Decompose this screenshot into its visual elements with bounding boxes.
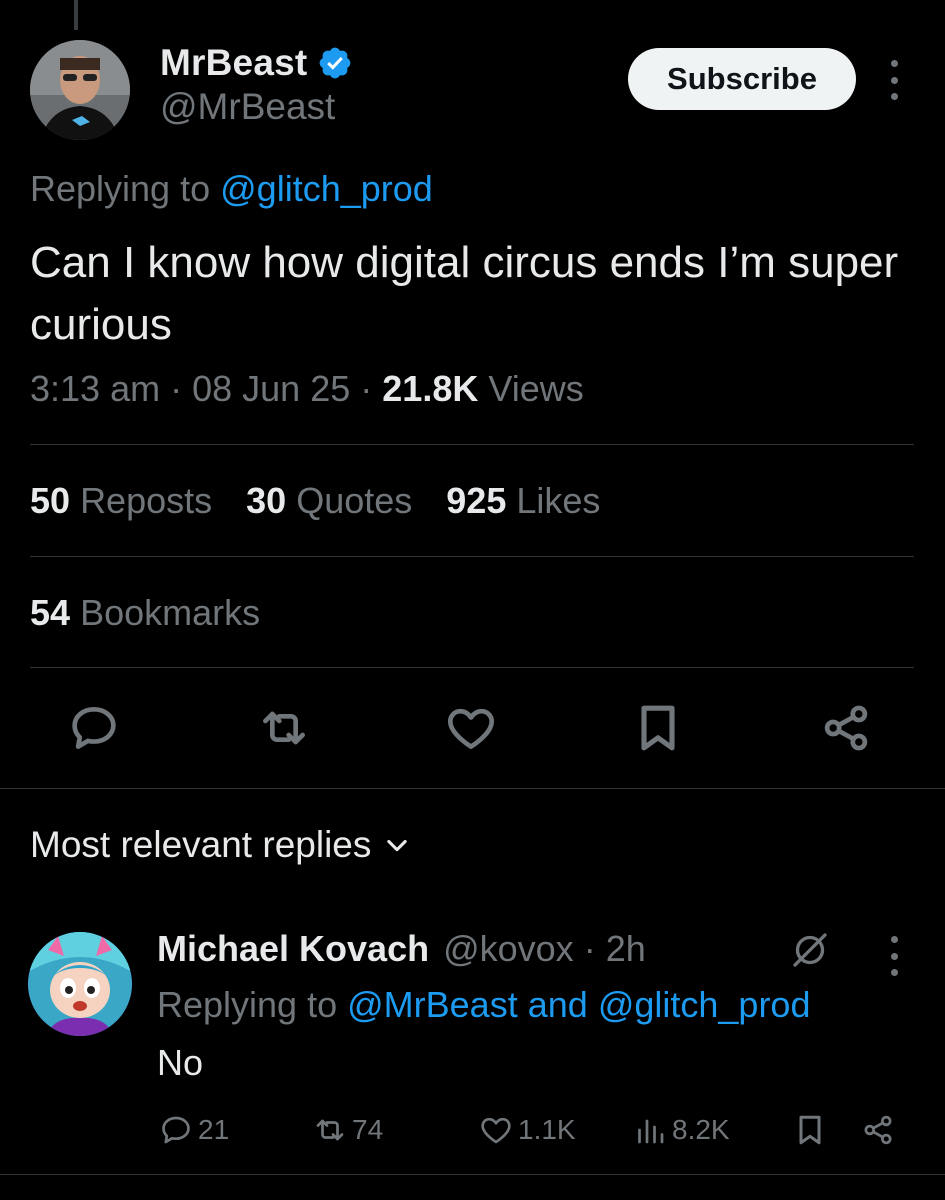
- repost-icon[interactable]: [256, 700, 312, 756]
- reply-more-options-icon[interactable]: [882, 936, 906, 976]
- reply-text: No: [157, 1042, 204, 1083]
- reply-count: 21: [198, 1114, 230, 1145]
- divider: [30, 444, 914, 445]
- more-options-icon[interactable]: [882, 60, 906, 100]
- author-avatar[interactable]: [30, 40, 130, 140]
- reply-header: Michael Kovach @kovox · 2h: [157, 928, 646, 970]
- reply-icon[interactable]: [66, 700, 122, 756]
- repost-icon: [316, 1119, 344, 1141]
- reply-author-name[interactable]: Michael Kovach: [157, 928, 429, 970]
- views-count: 8.2K: [672, 1114, 730, 1145]
- tweet-time[interactable]: 3:13 am: [30, 368, 160, 409]
- reply-sort-label: Most relevant replies: [30, 824, 372, 865]
- bookmark-icon: [799, 1115, 821, 1145]
- tweet-text: Can I know how digital circus ends I’m s…: [30, 238, 899, 349]
- tweet-date[interactable]: 08 Jun 25: [192, 368, 350, 409]
- reply-icon: [162, 1116, 190, 1144]
- author-name-row: MrBeast: [160, 42, 353, 84]
- reply-sort-dropdown[interactable]: Most relevant replies: [30, 824, 411, 866]
- meta-separator: ·: [170, 368, 183, 409]
- reply-replying-handle-link-2[interactable]: @glitch_prod: [598, 984, 811, 1025]
- like-icon: [481, 1117, 511, 1144]
- author-name[interactable]: MrBeast: [160, 42, 307, 84]
- meta-separator: ·: [360, 368, 373, 409]
- chevron-down-icon: [387, 839, 408, 852]
- reply-replying-and: and: [527, 984, 588, 1025]
- divider: [30, 667, 914, 668]
- likes-stat[interactable]: 925 Likes: [446, 480, 600, 522]
- reply-repost-button[interactable]: 74: [312, 1112, 383, 1148]
- replying-to-line: Replying to @glitch_prod: [30, 168, 433, 210]
- reply-like-button[interactable]: 1.1K: [478, 1112, 576, 1148]
- top-scroll-indicator: [74, 0, 78, 30]
- section-divider: [0, 788, 945, 789]
- reply-share-button[interactable]: [860, 1112, 896, 1148]
- replying-to-handle-link[interactable]: @glitch_prod: [220, 168, 433, 209]
- subscribe-button[interactable]: Subscribe: [628, 48, 856, 110]
- bookmark-icon[interactable]: [630, 700, 686, 756]
- reply-author-handle[interactable]: @kovox · 2h: [443, 928, 646, 970]
- divider: [30, 556, 914, 557]
- reply-views-button[interactable]: 8.2K: [632, 1112, 730, 1148]
- reply-bookmark-button[interactable]: [792, 1112, 828, 1148]
- bookmarks-stat[interactable]: 54 Bookmarks: [30, 592, 260, 634]
- like-count: 1.1K: [518, 1114, 576, 1145]
- quotes-stat[interactable]: 30 Quotes: [246, 480, 412, 522]
- share-icon: [864, 1115, 892, 1145]
- views-label: Views: [488, 368, 584, 409]
- replying-prefix: Replying to: [30, 168, 211, 209]
- like-icon[interactable]: [443, 700, 499, 756]
- reply-replying-prefix: Replying to: [157, 984, 338, 1025]
- reply-replying-handle-link-1[interactable]: @MrBeast: [347, 984, 518, 1025]
- views-icon: [638, 1119, 664, 1144]
- reply-replying-to-line: Replying to @MrBeast and @glitch_prod: [157, 984, 810, 1026]
- verified-badge-icon: [320, 47, 351, 79]
- engagement-stats: 50 Reposts 30 Quotes 925 Likes: [30, 480, 600, 522]
- reply-reply-button[interactable]: 21: [158, 1112, 229, 1148]
- reposts-stat[interactable]: 50 Reposts: [30, 480, 212, 522]
- reply-author-avatar[interactable]: [28, 932, 132, 1036]
- author-handle[interactable]: @MrBeast: [160, 86, 335, 128]
- repost-count: 74: [352, 1114, 384, 1145]
- share-icon[interactable]: [818, 700, 874, 756]
- views-count: 21.8K: [382, 368, 479, 409]
- tweet-metadata: 3:13 am · 08 Jun 25 · 21.8K Views: [30, 368, 584, 410]
- grok-icon[interactable]: [790, 930, 830, 970]
- reply-divider: [0, 1174, 945, 1175]
